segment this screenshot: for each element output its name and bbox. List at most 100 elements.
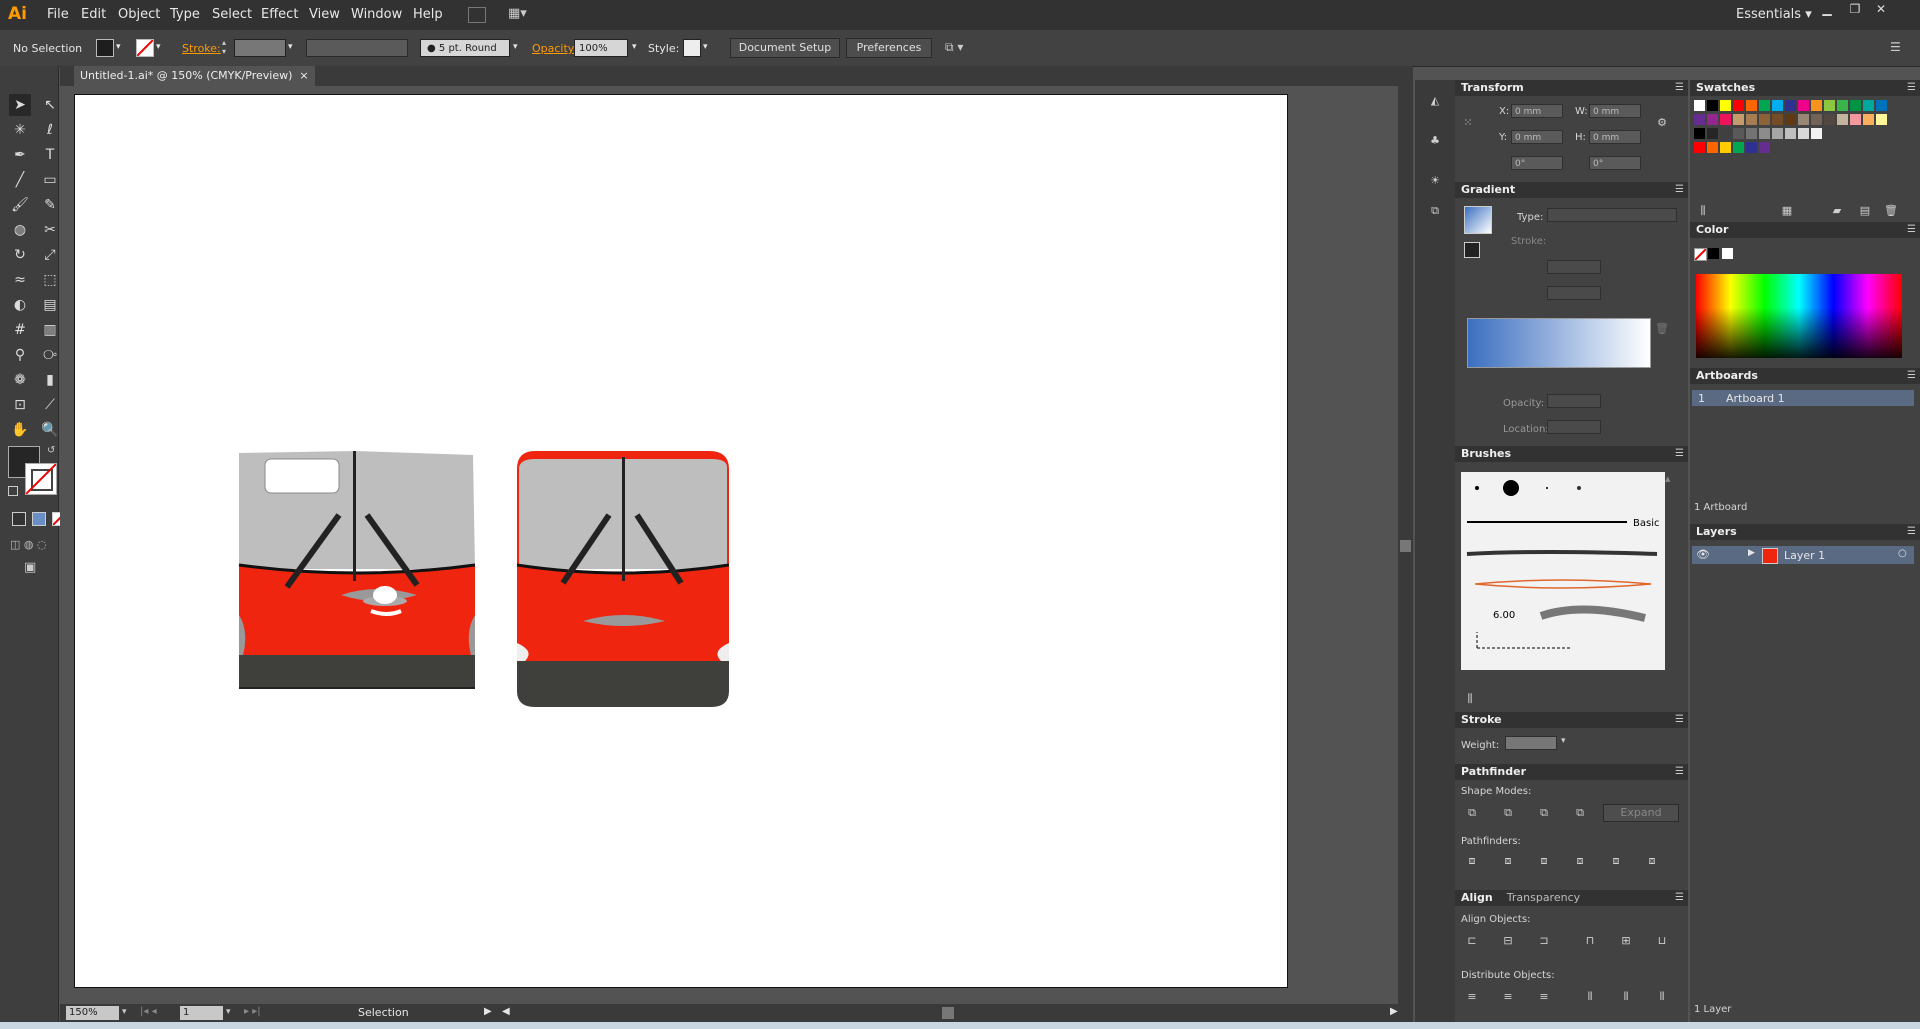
scroll-right-icon[interactable]: ▶ — [1390, 1006, 1398, 1017]
bridge-icon[interactable] — [468, 7, 486, 23]
brushes-scrollbar[interactable]: ▴ — [1665, 472, 1671, 485]
transform-panel-header[interactable]: Transform ☰ — [1455, 80, 1688, 96]
selection-tool-icon[interactable]: ➤ — [9, 94, 31, 116]
current-tool-status[interactable]: Selection — [358, 1006, 409, 1019]
align-panel-header[interactable]: Align Transparency ☰ — [1455, 890, 1688, 906]
constrain-proportions-icon[interactable]: ⚙ — [1655, 116, 1669, 130]
line-tool-icon[interactable]: ╱ — [9, 169, 31, 191]
swap-fill-stroke-icon[interactable]: ↺ — [47, 445, 55, 456]
swatch[interactable] — [1798, 100, 1809, 111]
swatch[interactable] — [1694, 128, 1705, 139]
blend-tool-icon[interactable]: ⧂ — [39, 344, 61, 366]
white-swatch[interactable] — [1722, 248, 1733, 259]
visibility-eye-icon[interactable]: 👁 — [1696, 548, 1710, 561]
swatch[interactable] — [1837, 114, 1848, 125]
weight-field[interactable] — [1505, 736, 1557, 750]
stroke-weight-stepper[interactable]: ▴ ▾ — [222, 38, 232, 56]
bus-front-right[interactable] — [516, 451, 730, 707]
layers-panel-header[interactable]: Layers ☰ — [1690, 524, 1920, 540]
swatch[interactable] — [1746, 128, 1757, 139]
vertical-scrollbar[interactable] — [1398, 86, 1413, 1004]
menu-edit[interactable]: Edit — [81, 7, 106, 22]
stroke-weight-field[interactable] — [234, 39, 286, 57]
slice-tool-icon[interactable]: ⟋ — [39, 394, 61, 416]
distribute-top-icon[interactable]: ≡ — [1465, 990, 1479, 1004]
rectangle-tool-icon[interactable]: ▭ — [39, 169, 61, 191]
brushes-panel-header[interactable]: Brushes ☰ — [1455, 446, 1688, 462]
h-field[interactable]: 0 mm — [1589, 130, 1641, 144]
swatch[interactable] — [1772, 128, 1783, 139]
gradient-slider[interactable] — [1467, 318, 1651, 368]
swatch[interactable] — [1707, 114, 1718, 125]
shear-field[interactable]: 0° — [1589, 156, 1641, 170]
artboard-row[interactable]: 1 Artboard 1 — [1692, 390, 1914, 406]
swatch-kind-icon[interactable]: ▦ — [1780, 204, 1794, 218]
fill-swatch[interactable] — [96, 39, 114, 57]
scissors-tool-icon[interactable]: ✂ — [39, 219, 61, 241]
menu-type[interactable]: Type — [170, 7, 200, 22]
swatch[interactable] — [1707, 100, 1718, 111]
close-tab-icon[interactable]: × — [299, 69, 308, 82]
direct-selection-tool-icon[interactable]: ↖ — [39, 94, 61, 116]
stroke-label[interactable]: Stroke: — [182, 42, 221, 55]
menu-file[interactable]: File — [47, 7, 69, 22]
swatches-panel-header[interactable]: Swatches ☰ — [1690, 80, 1920, 96]
chevron-down-icon[interactable]: ▾ — [632, 42, 637, 52]
intersect-icon[interactable]: ⧉ — [1537, 806, 1551, 820]
panel-menu-icon[interactable]: ☰ — [1890, 40, 1901, 54]
minus-front-icon[interactable]: ⧉ — [1501, 806, 1515, 820]
swatch[interactable] — [1876, 114, 1887, 125]
unite-icon[interactable]: ⧉ — [1465, 806, 1479, 820]
menu-effect[interactable]: Effect — [261, 7, 298, 22]
zoom-tool-icon[interactable]: 🔍 — [39, 419, 61, 441]
distribute-right-icon[interactable]: ⫴ — [1655, 990, 1669, 1004]
stroke-color-box[interactable] — [25, 463, 57, 495]
pencil-tool-icon[interactable]: ✎ — [39, 194, 61, 216]
swatch[interactable] — [1772, 100, 1783, 111]
new-swatch-icon[interactable]: ▤ — [1858, 204, 1872, 218]
eyedropper-tool-icon[interactable]: ⚲ — [9, 344, 31, 366]
column-graph-tool-icon[interactable]: ▮ — [39, 369, 61, 391]
variable-width-profile[interactable] — [306, 39, 408, 57]
first-artboard-icon[interactable]: |◂ ◂ — [140, 1006, 157, 1017]
swatch[interactable] — [1707, 142, 1718, 153]
free-transform-tool-icon[interactable]: ⬚ — [39, 269, 61, 291]
align-top-icon[interactable]: ⊓ — [1583, 934, 1597, 948]
shape-builder-tool-icon[interactable]: ◐ — [9, 294, 31, 316]
swatch[interactable] — [1733, 114, 1744, 125]
swatch[interactable] — [1746, 114, 1757, 125]
scroll-left-icon[interactable]: ◀ — [502, 1006, 510, 1017]
stroke-panel-header[interactable]: Stroke ☰ — [1455, 712, 1688, 728]
trim-icon[interactable]: ⧈ — [1501, 854, 1515, 868]
graphic-style-swatch[interactable] — [683, 39, 701, 57]
swatch[interactable] — [1863, 114, 1874, 125]
swatch[interactable] — [1759, 128, 1770, 139]
last-artboard-icon[interactable]: ▸ ▸| — [244, 1006, 261, 1017]
expand-layer-icon[interactable]: ▶ — [1748, 548, 1755, 558]
swatch[interactable] — [1733, 128, 1744, 139]
chevron-down-icon[interactable]: ▾ — [1561, 736, 1566, 746]
layer-row[interactable]: 👁 ▶ Layer 1 ○ — [1692, 546, 1914, 564]
align-bottom-icon[interactable]: ⊔ — [1655, 934, 1669, 948]
swatch[interactable] — [1850, 114, 1861, 125]
gradient-preview[interactable] — [1464, 206, 1492, 234]
pathfinder-panel-header[interactable]: Pathfinder ☰ — [1455, 764, 1688, 780]
swatch[interactable] — [1746, 142, 1757, 153]
x-field[interactable]: 0 mm — [1511, 104, 1563, 118]
color-spectrum[interactable] — [1696, 274, 1902, 358]
brush-definition[interactable]: ● 5 pt. Round — [420, 39, 510, 57]
gradient-tool-icon[interactable]: ▥ — [39, 319, 61, 341]
menu-object[interactable]: Object — [118, 7, 160, 22]
expand-button[interactable]: Expand — [1603, 804, 1679, 822]
swatch[interactable] — [1707, 128, 1718, 139]
scale-tool-icon[interactable]: ⤢ — [39, 244, 61, 266]
artboard[interactable] — [74, 94, 1288, 988]
chevron-down-icon[interactable]: ▾ — [122, 1007, 127, 1017]
symbol-sprayer-tool-icon[interactable]: ❁ — [9, 369, 31, 391]
bus-front-left[interactable] — [238, 451, 476, 689]
align-right-icon[interactable]: ⊐ — [1537, 934, 1551, 948]
chevron-down-icon[interactable]: ▾ — [288, 42, 293, 52]
w-field[interactable]: 0 mm — [1589, 104, 1641, 118]
chevron-down-icon[interactable]: ▾ — [116, 42, 121, 52]
gradient-opacity-field[interactable] — [1547, 394, 1601, 408]
